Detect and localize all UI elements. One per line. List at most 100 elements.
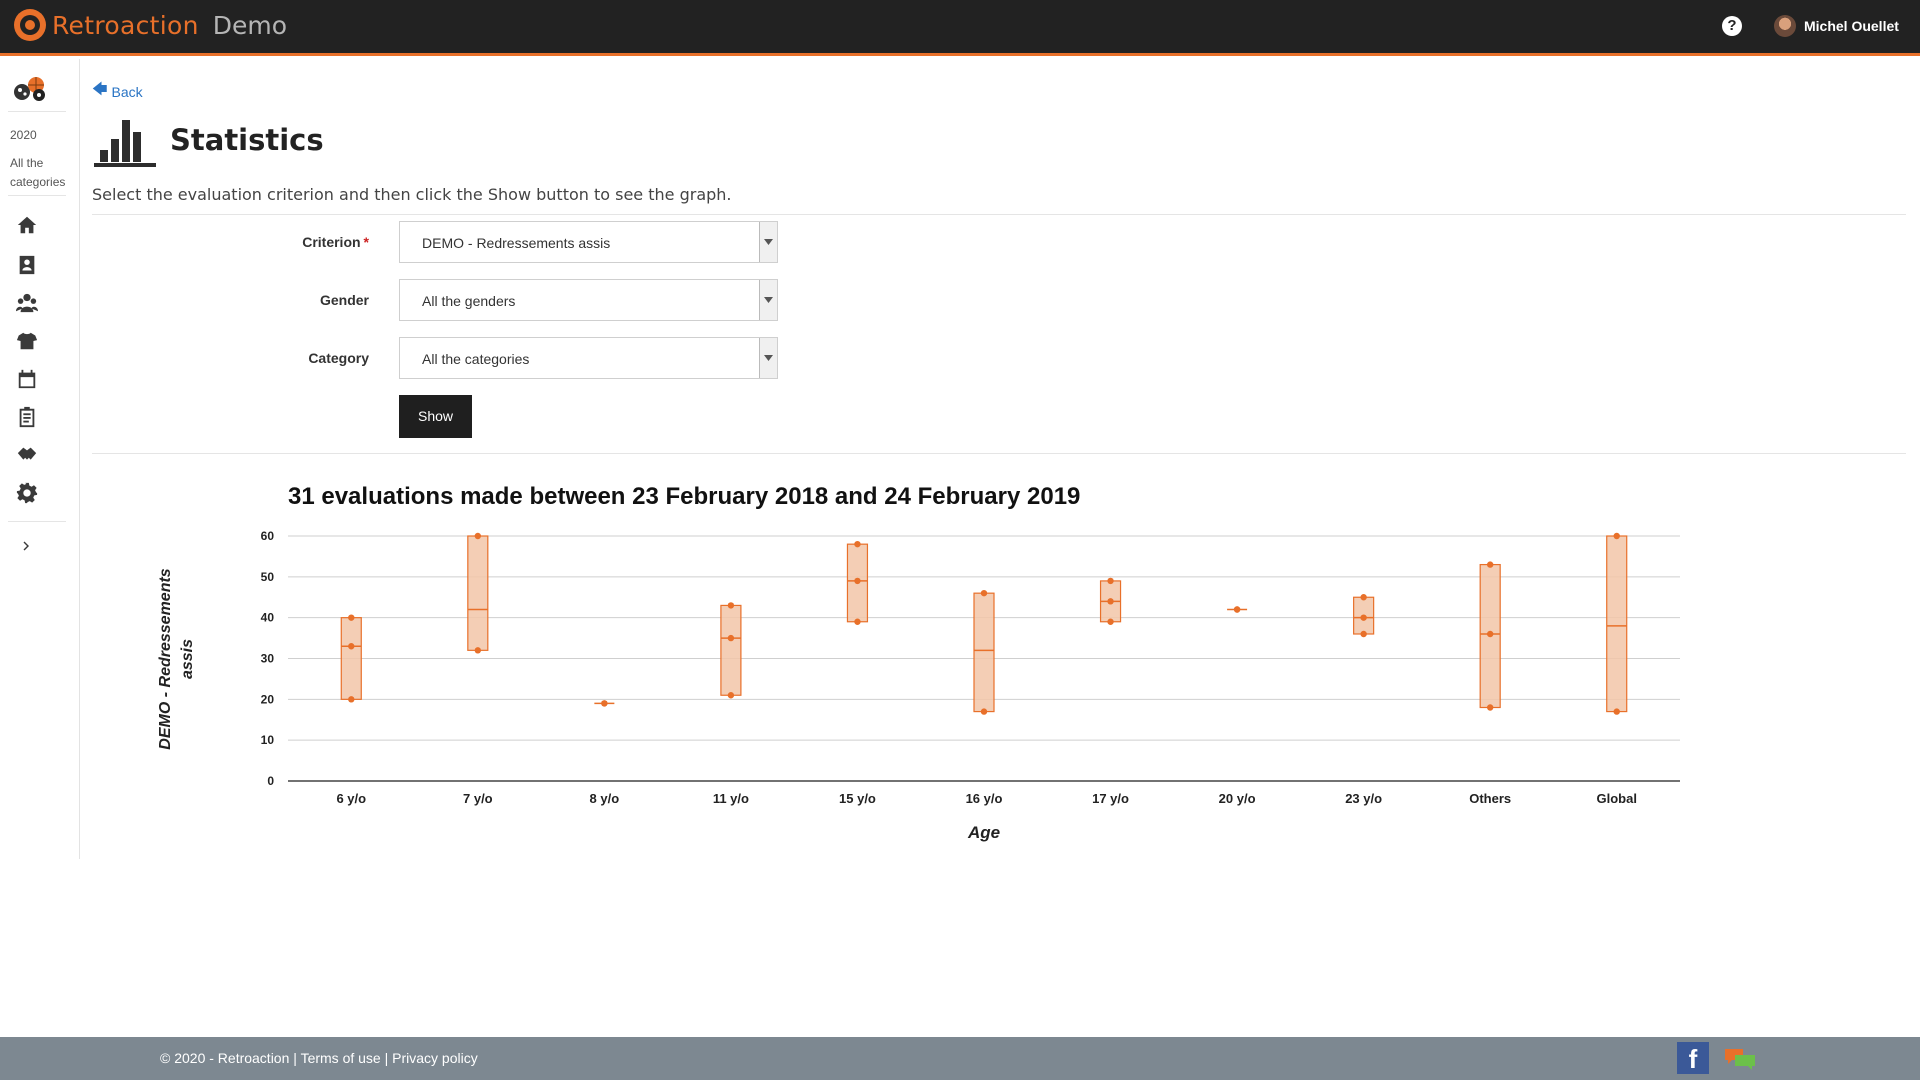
max-point xyxy=(1613,532,1620,540)
x-tick-label: 11 y/o xyxy=(713,791,749,806)
groups-icon xyxy=(16,293,38,313)
max-point xyxy=(1360,594,1367,601)
partners-icon xyxy=(17,447,37,460)
arrow-left-icon: 🡄 xyxy=(92,81,108,98)
required-marker: * xyxy=(363,234,369,250)
x-tick-label: 20 y/o xyxy=(1219,791,1256,806)
x-tick-label: 7 y/o xyxy=(463,791,493,806)
x-tick-label: 15 y/o xyxy=(839,791,876,806)
max-point xyxy=(348,614,355,621)
y-tick-label: 50 xyxy=(261,570,275,584)
median-point xyxy=(348,643,355,650)
sidebar: 2020 All the categories xyxy=(0,59,80,859)
sidebar-divider xyxy=(8,195,66,196)
gender-select-value: All the genders xyxy=(422,293,516,309)
user-menu[interactable]: Michel Ouellet xyxy=(1774,15,1899,37)
max-point xyxy=(980,589,988,597)
criterion-select[interactable]: DEMO - Redressements assis xyxy=(399,221,778,263)
privacy-link[interactable]: Privacy policy xyxy=(392,1050,478,1066)
range-box xyxy=(340,617,362,700)
sidebar-item-teams[interactable] xyxy=(15,329,39,353)
gender-label: Gender xyxy=(319,292,369,308)
chevron-down-icon xyxy=(759,338,777,378)
min-point xyxy=(727,692,735,699)
range-box xyxy=(973,592,995,713)
chat-icon[interactable] xyxy=(1723,1047,1757,1071)
gender-select[interactable]: All the genders xyxy=(399,279,778,321)
x-tick-label: 16 y/o xyxy=(966,791,1003,806)
min-point xyxy=(348,696,355,703)
sidebar-item-calendar[interactable] xyxy=(15,367,39,391)
footer-separator: | xyxy=(289,1050,301,1066)
criterion-label: Criterion * xyxy=(200,234,369,250)
x-tick-label: 17 y/o xyxy=(1092,791,1129,806)
show-button[interactable]: Show xyxy=(399,395,472,438)
chevron-down-icon xyxy=(759,280,777,320)
calendar-icon xyxy=(18,369,36,389)
min-point xyxy=(980,708,988,715)
evaluations-icon xyxy=(19,406,35,428)
sidebar-item-evaluations[interactable] xyxy=(15,405,39,429)
min-point xyxy=(854,618,861,625)
sidebar-category[interactable]: All the categories xyxy=(10,154,74,192)
footer-separator: | xyxy=(380,1050,393,1066)
x-tick-label: Others xyxy=(1469,791,1511,806)
y-axis-label-line: DEMO - Redressements xyxy=(157,568,174,749)
sidebar-year[interactable]: 2020 xyxy=(10,128,37,142)
sidebar-expand-button[interactable] xyxy=(15,534,39,558)
x-axis-label: Age xyxy=(967,823,1000,842)
range-box xyxy=(720,604,742,696)
median-point xyxy=(854,577,861,585)
sidebar-item-partners[interactable] xyxy=(15,443,39,467)
min-point xyxy=(1613,708,1620,715)
category-label: Category xyxy=(308,350,369,366)
instructions-text: Select the evaluation criterion and then… xyxy=(92,185,732,204)
y-tick-label: 10 xyxy=(261,733,275,747)
box-chart: 0 10 20 30 40 50 60 DEMO - Redressements assis Ag… xyxy=(157,529,1680,842)
sidebar-divider xyxy=(8,111,66,112)
athletes-icon xyxy=(19,255,35,275)
min-point xyxy=(1233,606,1241,613)
median-point xyxy=(1360,614,1367,621)
min-point xyxy=(1486,704,1494,711)
y-axis-label-line: assis xyxy=(179,639,196,679)
max-point xyxy=(474,532,482,540)
back-link[interactable]: 🡄 Back xyxy=(92,79,143,104)
statistics-icon xyxy=(94,120,156,167)
x-tick-label: 8 y/o xyxy=(590,791,620,806)
environment-label: Demo xyxy=(212,10,287,40)
range-box xyxy=(467,535,489,651)
home-icon xyxy=(17,216,37,234)
divider xyxy=(92,214,1906,215)
min-point xyxy=(601,700,608,707)
median-point xyxy=(1486,630,1494,638)
min-point xyxy=(474,647,482,654)
avatar xyxy=(1774,15,1796,37)
chevron-down-icon xyxy=(759,222,777,262)
terms-link[interactable]: Terms of use xyxy=(301,1050,381,1066)
sidebar-item-settings[interactable] xyxy=(15,481,39,505)
y-tick-label: 0 xyxy=(267,774,274,788)
footer-text: © 2020 - Retroaction | Terms of use | Pr… xyxy=(160,1050,478,1066)
x-tick-label: 23 y/o xyxy=(1345,791,1382,806)
sidebar-item-home[interactable] xyxy=(15,213,39,237)
category-select[interactable]: All the categories xyxy=(399,337,778,379)
facebook-icon[interactable]: f xyxy=(1677,1042,1709,1074)
back-label: Back xyxy=(111,83,143,100)
y-tick-label: 40 xyxy=(261,611,275,625)
criterion-select-value: DEMO - Redressements assis xyxy=(422,235,611,251)
sport-balls-icon[interactable] xyxy=(12,73,48,103)
copyright-text: © 2020 - Retroaction xyxy=(160,1050,290,1066)
max-point xyxy=(1486,561,1494,568)
max-point xyxy=(1107,577,1114,585)
category-select-value: All the categories xyxy=(422,351,530,367)
sidebar-item-groups[interactable] xyxy=(15,291,39,315)
min-point xyxy=(1107,618,1114,625)
range-box xyxy=(1606,535,1628,713)
min-point xyxy=(1360,630,1367,638)
brand[interactable]: Retroaction Demo xyxy=(14,9,287,41)
top-bar: Retroaction Demo ? Michel Ouellet xyxy=(0,0,1920,56)
help-icon[interactable]: ? xyxy=(1722,16,1742,36)
x-tick-label: 6 y/o xyxy=(336,791,366,806)
sidebar-item-athletes[interactable] xyxy=(15,253,39,277)
